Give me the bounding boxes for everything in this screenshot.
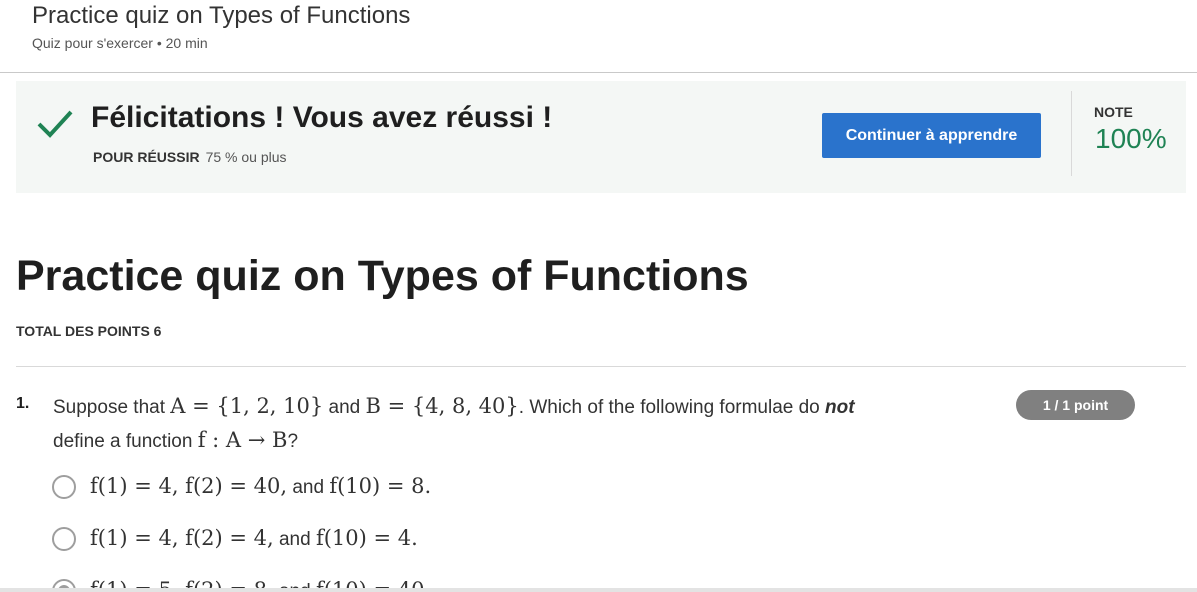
question-math-a: A = {1, 2, 10}: [170, 394, 324, 418]
answer-option-1[interactable]: f(1) = 4, f(2) = 40, and f(10) = 8.: [52, 474, 431, 499]
question-text-part: Suppose that: [53, 397, 171, 418]
question-text-part: and: [323, 397, 366, 418]
pass-label: POUR RÉUSSIR: [93, 149, 200, 165]
question-text-part: define a function: [53, 431, 198, 452]
answer-option-2[interactable]: f(1) = 4, f(2) = 4, and f(10) = 4.: [52, 526, 418, 551]
header-title: Practice quiz on Types of Functions: [32, 2, 411, 29]
grade-value: 100%: [1095, 123, 1167, 154]
header-subtitle: Quiz pour s'exercer • 20 min: [32, 35, 208, 51]
option-and: and: [287, 477, 330, 498]
question-text-part: . Which of the following formulae do: [518, 397, 826, 418]
pass-requirement: POUR RÉUSSIR 75 % ou plus: [93, 149, 287, 165]
bottom-edge: [0, 588, 1197, 592]
option-math: f(1) = 4, f(2) = 4,: [90, 526, 274, 550]
question-math-b: B = {4, 8, 40}: [365, 394, 519, 418]
section-divider: [16, 366, 1186, 367]
question-number: 1.: [16, 395, 30, 412]
question-math-f: f : A → B: [197, 428, 288, 452]
radio-button[interactable]: [52, 526, 76, 551]
banner-title: Félicitations ! Vous avez réussi !: [91, 101, 553, 134]
pass-value: 75 % ou plus: [205, 149, 287, 165]
question-text-part: ?: [287, 431, 299, 452]
option-text: f(1) = 4, f(2) = 4, and f(10) = 4.: [90, 526, 418, 551]
option-and: and: [273, 529, 316, 550]
option-math: f(10) = 4.: [315, 526, 418, 550]
radio-button[interactable]: [52, 474, 76, 499]
total-points: TOTAL DES POINTS 6: [16, 323, 162, 339]
option-text: f(1) = 4, f(2) = 40, and f(10) = 8.: [90, 474, 431, 499]
check-icon: [37, 110, 73, 138]
option-math: f(1) = 4, f(2) = 40,: [90, 474, 288, 498]
success-banner: Félicitations ! Vous avez réussi ! POUR …: [16, 81, 1186, 193]
option-math: f(10) = 8.: [329, 474, 432, 498]
question-emphasis: not: [825, 397, 855, 418]
points-badge: 1 / 1 point: [1016, 390, 1135, 420]
quiz-title: Practice quiz on Types of Functions: [16, 252, 749, 300]
grade-divider: [1071, 91, 1072, 176]
grade-label: NOTE: [1094, 104, 1133, 120]
continue-learning-button[interactable]: Continuer à apprendre: [822, 113, 1041, 158]
page-header: Practice quiz on Types of Functions Quiz…: [0, 0, 1197, 73]
question-text: Suppose that A = {1, 2, 10} and B = {4, …: [53, 390, 933, 458]
